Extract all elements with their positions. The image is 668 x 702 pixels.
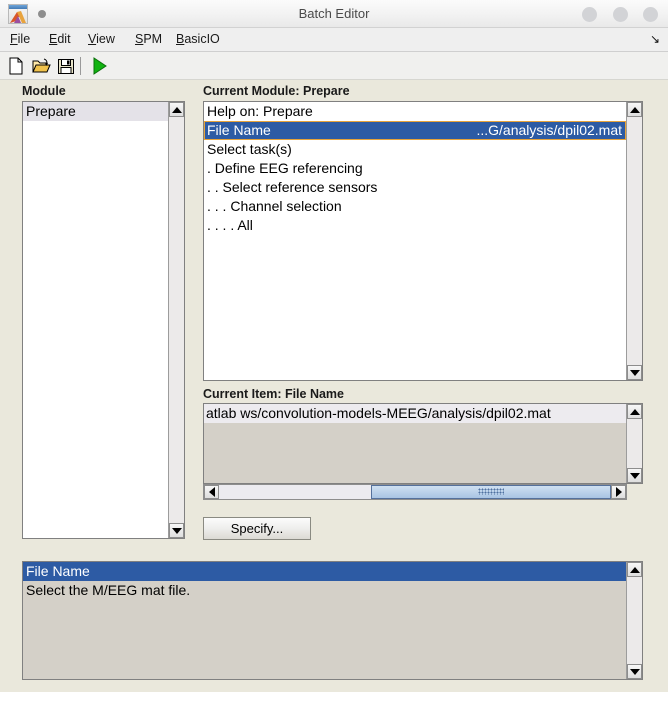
module-list-item-label: Prepare — [26, 103, 76, 119]
menu-file[interactable]: File — [10, 32, 30, 46]
module-list-rows: Prepare — [23, 102, 168, 538]
current-item-scroll-down-button[interactable] — [627, 468, 642, 483]
cm-row-label: Help on: Prepare — [207, 103, 313, 119]
save-batch-button[interactable] — [55, 55, 77, 77]
arrow-up-icon — [629, 566, 640, 573]
current-item-scroll-up-button[interactable] — [627, 404, 642, 419]
cm-row-file-name[interactable]: File Name ...G/analysis/dpil02.mat — [204, 121, 626, 140]
cm-row-value: ...G/analysis/dpil02.mat — [476, 122, 622, 138]
batch-editor-window: Batch Editor File Edit View SPM BasicIO … — [0, 0, 668, 702]
close-button[interactable] — [643, 7, 658, 22]
help-panel-title: File Name — [23, 562, 626, 581]
current-item-textbox[interactable]: atlab ws/convolution-models-MEEG/analysi… — [203, 403, 643, 484]
hscroll-track-left[interactable] — [219, 485, 371, 499]
arrow-up-icon — [629, 106, 640, 113]
cm-row-label: File Name — [207, 122, 271, 138]
cm-row-all[interactable]: . . . . All — [204, 216, 626, 235]
open-folder-icon — [32, 58, 51, 73]
open-batch-button[interactable] — [30, 55, 52, 77]
window-bottom-edge — [0, 692, 668, 702]
current-item-vscrollbar[interactable] — [626, 404, 642, 483]
hscroll-right-button[interactable] — [611, 485, 626, 499]
module-list-scroll-down-button[interactable] — [169, 523, 184, 538]
cm-row-label: . . . . All — [207, 217, 253, 233]
current-item-text-lines: atlab ws/convolution-models-MEEG/analysi… — [204, 404, 626, 483]
help-panel-scroll-up-button[interactable] — [627, 562, 642, 577]
current-item-label: Current Item: File Name — [203, 387, 345, 401]
cm-row-channel-selection[interactable]: . . . Channel selection — [204, 197, 626, 216]
current-module-label: Current Module: Prepare — [203, 84, 350, 98]
current-module-list[interactable]: Help on: Prepare File Name ...G/analysis… — [203, 101, 643, 381]
cm-row-select-reference-sensors[interactable]: . . Select reference sensors — [204, 178, 626, 197]
help-panel-vscrollbar[interactable] — [626, 562, 642, 679]
help-panel-rows: File Name Select the M/EEG mat file. — [23, 562, 626, 679]
current-module-scroll-down-button[interactable] — [627, 365, 642, 380]
window-title: Batch Editor — [298, 6, 370, 21]
new-document-icon — [9, 57, 23, 75]
cm-row-select-tasks[interactable]: Select task(s) — [204, 140, 626, 159]
cm-row-define-eeg-referencing[interactable]: . Define EEG referencing — [204, 159, 626, 178]
menu-basicio[interactable]: BasicIO — [176, 32, 220, 46]
window-controls — [571, 7, 658, 25]
run-batch-button[interactable] — [88, 55, 110, 77]
arrow-down-icon — [171, 527, 182, 534]
hscroll-thumb[interactable] — [371, 485, 611, 499]
arrow-down-icon — [629, 668, 640, 675]
module-list-item-prepare[interactable]: Prepare — [23, 102, 168, 121]
grip-dots-icon — [478, 488, 504, 495]
help-panel-body: Select the M/EEG mat file. — [26, 582, 191, 598]
cm-row-help-on-prepare[interactable]: Help on: Prepare — [204, 102, 626, 121]
minimize-button[interactable] — [582, 7, 598, 22]
title-bar: Batch Editor — [0, 0, 668, 28]
tear-off-arrow-icon[interactable]: ↘ — [650, 33, 660, 45]
module-list[interactable]: Prepare — [22, 101, 185, 539]
module-list-scroll-up-button[interactable] — [169, 102, 184, 117]
maximize-button[interactable] — [612, 7, 628, 22]
arrow-down-icon — [629, 472, 640, 479]
arrow-up-icon — [629, 408, 640, 415]
current-module-scroll-up-button[interactable] — [627, 102, 642, 117]
menu-spm[interactable]: SPM — [135, 32, 162, 46]
cm-row-label: Select task(s) — [207, 141, 292, 157]
new-batch-button[interactable] — [5, 55, 27, 77]
cm-row-label: . . . Channel selection — [207, 198, 342, 214]
current-item-value[interactable]: atlab ws/convolution-models-MEEG/analysi… — [204, 404, 626, 423]
arrow-left-icon — [208, 487, 215, 497]
menu-bar: File Edit View SPM BasicIO ↘ — [0, 28, 668, 52]
module-panel-label: Module — [22, 84, 66, 98]
menu-view[interactable]: View — [88, 32, 115, 46]
arrow-up-icon — [171, 106, 182, 113]
current-item-hscrollbar[interactable] — [203, 484, 627, 500]
help-panel-scroll-down-button[interactable] — [627, 664, 642, 679]
run-play-icon — [93, 57, 107, 75]
toolbar-separator — [80, 57, 81, 75]
cm-row-label: . Define EEG referencing — [207, 160, 363, 176]
arrow-right-icon — [615, 487, 622, 497]
hscroll-left-button[interactable] — [204, 485, 219, 499]
help-panel[interactable]: File Name Select the M/EEG mat file. — [22, 561, 643, 680]
current-module-vscrollbar[interactable] — [626, 102, 642, 380]
cm-row-label: . . Select reference sensors — [207, 179, 378, 195]
toolbar — [0, 52, 668, 80]
arrow-down-icon — [629, 369, 640, 376]
menu-edit[interactable]: Edit — [49, 32, 71, 46]
module-list-vscrollbar[interactable] — [168, 102, 184, 538]
save-floppy-icon — [58, 59, 74, 74]
current-module-rows: Help on: Prepare File Name ...G/analysis… — [204, 102, 626, 380]
specify-button[interactable]: Specify... — [203, 517, 311, 540]
